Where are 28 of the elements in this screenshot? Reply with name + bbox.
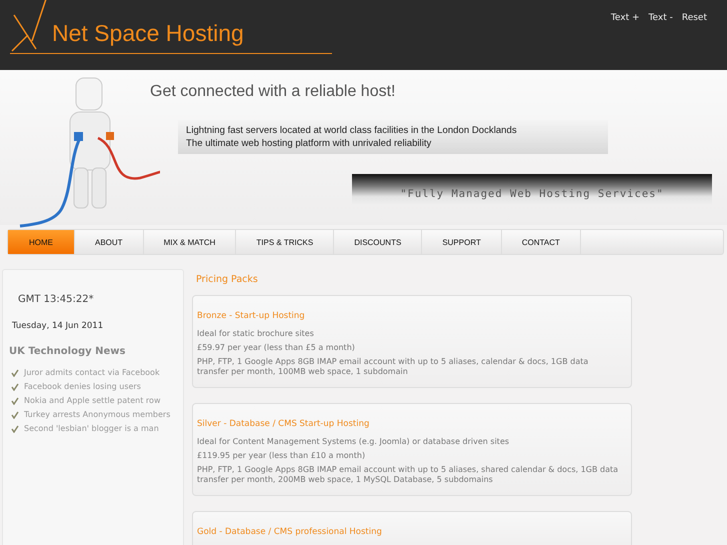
tagline-text: "Fully Managed Web Hosting Services" [400, 188, 664, 202]
pack-title: Bronze - Start-up Hosting [197, 311, 306, 321]
pack-detail: £119.95 per year (less than £10 a month) [197, 451, 366, 461]
banner-headline: Get connected with a reliable host! [150, 83, 396, 101]
nav-tab[interactable]: ABOUT [75, 230, 144, 254]
nav-tab[interactable]: TIPS & TRICKS [236, 230, 334, 254]
pack-detail: PHP, FTP, 1 Google Apps 8GB IMAP email account with up to 5 aliases, shared calendar & docs, 1GB data transfer per month, 200MB web space, 1 MySQL Database, 5 subdomains [197, 465, 620, 485]
nav-tab[interactable]: CONTACT [502, 230, 581, 254]
nav-tab[interactable]: DISCOUNTS [334, 230, 422, 254]
nav-tab[interactable]: MIX & MATCH [144, 230, 236, 254]
nav-tab[interactable]: SUPPORT [422, 230, 502, 254]
pack-title: Silver - Database / CMS Start-up Hosting [197, 419, 370, 429]
banner-text: The ultimate web hosting platform with unrivaled reliability [186, 137, 432, 150]
text-size-link[interactable]: Text - [648, 13, 673, 70]
pack-detail: Ideal for Content Management Systems (e.g. Joomla) or database driven sites [197, 437, 510, 447]
date-text: Tuesday, 14 Jun 2011 [12, 321, 104, 331]
section-heading: Pricing Packs [196, 274, 259, 285]
pack-detail: PHP, FTP, 1 Google Apps 8GB IMAP email account with up to 5 aliases, calendar & docs, 1GB data transfer per month, 100MB web space, 1 subdomain [197, 357, 590, 377]
text-size-link[interactable]: Text + [610, 13, 640, 70]
news-heading: UK Technology News [9, 346, 126, 357]
site-logo[interactable]: Net Space Hosting [52, 20, 244, 47]
text-size-link[interactable]: Reset [682, 13, 707, 70]
pack-title: Gold - Database / CMS professional Hosting [197, 527, 383, 537]
pack-detail: £59.97 per year (less than £5 a month) [197, 343, 356, 353]
clock-text: GMT 13:45:22* [18, 294, 95, 305]
pack-detail: Ideal for static brochure sites [197, 329, 315, 339]
nav-tab[interactable]: HOME [8, 230, 75, 254]
banner-text: Lightning fast servers located at world class facilities in the London Docklands [186, 124, 518, 137]
